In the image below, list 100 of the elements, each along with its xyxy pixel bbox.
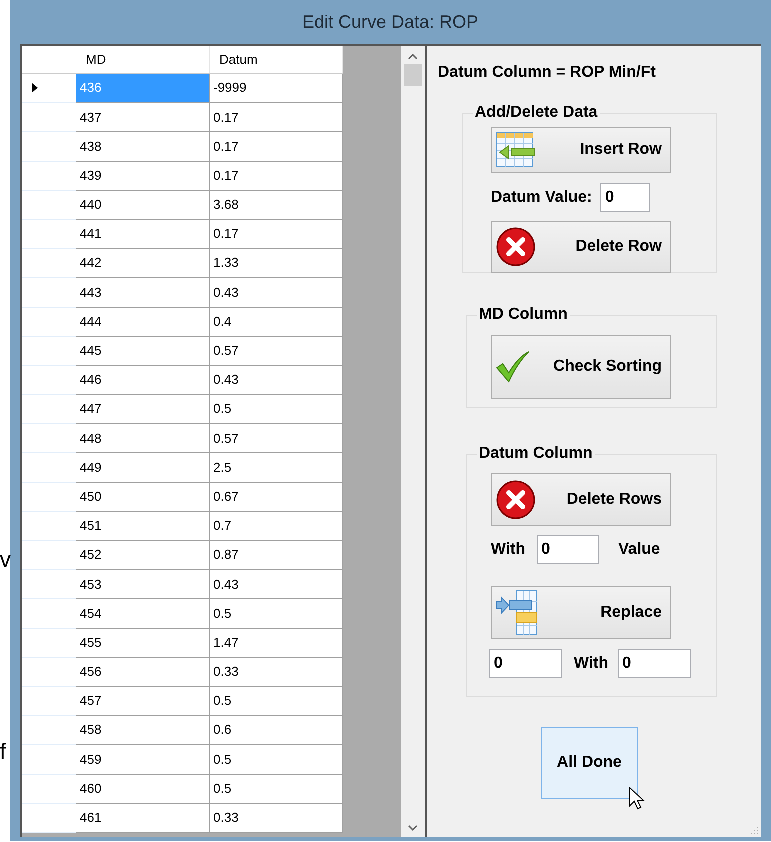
table-cell: 0.33 (210, 804, 343, 833)
table-cell: 447 (76, 395, 210, 424)
table-cell: 1.33 (210, 249, 343, 278)
row-header[interactable] (22, 190, 76, 220)
table-cell: 439 (76, 162, 210, 191)
value-label: Value (618, 540, 660, 560)
row-header[interactable] (22, 395, 76, 424)
table-cell: 2.5 (210, 453, 343, 483)
table-cell: 0.5 (210, 395, 343, 424)
table-cell: -9999 (210, 74, 343, 104)
row-header[interactable] (22, 132, 76, 162)
table-cell: 0.6 (210, 716, 343, 746)
with-value-field[interactable]: 0 (536, 535, 599, 564)
table-cell: 455 (76, 628, 210, 658)
table-cell: 0.5 (210, 745, 343, 774)
table-cell: 440 (76, 190, 210, 220)
table-cell: 0.5 (210, 686, 343, 716)
background-text: f (0, 740, 6, 764)
replace-to-field[interactable]: 0 (618, 649, 691, 678)
check-sorting-button[interactable]: Check Sorting (491, 335, 671, 399)
table-cell: 0.43 (210, 278, 343, 308)
table-cell: 444 (76, 308, 210, 337)
table-cell: 458 (76, 716, 210, 746)
row-header[interactable] (22, 424, 76, 454)
table-cell: 3.68 (210, 190, 343, 220)
row-header[interactable] (22, 804, 76, 833)
table-cell: 0.67 (210, 482, 343, 512)
row-header[interactable] (22, 570, 76, 600)
table-cell: 449 (76, 453, 210, 483)
table-cell: 0.5 (210, 774, 343, 804)
table-cell: 0.17 (210, 103, 343, 132)
row-header[interactable] (22, 366, 76, 396)
window-title: Edit Curve Data: ROP (301, 10, 480, 34)
insert-row-button[interactable]: Insert Row (491, 127, 671, 173)
scroll-down-icon[interactable] (408, 825, 418, 831)
error-x-icon (496, 480, 536, 520)
row-header[interactable] (22, 745, 76, 774)
row-header[interactable] (22, 512, 76, 541)
delete-row-button[interactable]: Delete Row (491, 221, 671, 273)
table-cell: 0.5 (210, 599, 343, 629)
replace-table-icon (496, 590, 538, 636)
row-header[interactable] (22, 336, 76, 366)
current-row-icon (32, 83, 38, 94)
all-done-button[interactable]: All Done (541, 727, 638, 799)
table-cell: 441 (76, 220, 210, 250)
row-header[interactable] (22, 541, 76, 570)
scroll-up-icon[interactable] (408, 54, 418, 60)
table-cell: 456 (76, 658, 210, 687)
replace-button[interactable]: Replace (491, 586, 671, 639)
table-cell: 451 (76, 512, 210, 541)
table-cell: 460 (76, 774, 210, 804)
table-cell: 1.47 (210, 628, 343, 658)
table-cell: 452 (76, 541, 210, 570)
table-cell: 0.87 (210, 541, 343, 570)
scrollbar-thumb[interactable] (404, 64, 422, 86)
row-header[interactable] (22, 74, 76, 104)
table-cell: 461 (76, 804, 210, 833)
datum-column-heading: Datum Column = ROP Min/Ft (438, 63, 657, 83)
row-header[interactable] (22, 453, 76, 483)
table-cell: 0.17 (210, 162, 343, 191)
row-header[interactable] (22, 220, 76, 250)
table-cell: 0.17 (210, 220, 343, 250)
replace-from-field[interactable]: 0 (489, 649, 562, 678)
row-header[interactable] (22, 774, 76, 804)
datum-value-label: Datum Value: (491, 188, 592, 208)
resize-grip-icon[interactable] (749, 825, 759, 835)
table-cell: 450 (76, 482, 210, 512)
table-cell: 453 (76, 570, 210, 600)
table-cell: 0.33 (210, 658, 343, 687)
checkmark-icon (496, 351, 530, 383)
row-header[interactable] (22, 716, 76, 746)
row-header[interactable] (22, 628, 76, 658)
with-label: With (574, 654, 609, 674)
row-header[interactable] (22, 162, 76, 191)
datum-value-field[interactable]: 0 (600, 183, 650, 212)
row-header[interactable] (22, 308, 76, 337)
row-header[interactable] (22, 482, 76, 512)
table-cell: 0.4 (210, 308, 343, 337)
table-cell: 459 (76, 745, 210, 774)
error-x-icon (496, 227, 536, 267)
row-header[interactable] (22, 658, 76, 687)
row-header[interactable] (22, 278, 76, 308)
table-cell: 437 (76, 103, 210, 132)
row-header[interactable] (22, 599, 76, 629)
row-header[interactable] (22, 249, 76, 278)
row-header[interactable] (22, 103, 76, 132)
column-header[interactable]: Datum (210, 46, 343, 73)
table-cell: 442 (76, 249, 210, 278)
table-insert-icon (496, 132, 536, 168)
row-header[interactable] (22, 686, 76, 716)
table-cell: 448 (76, 424, 210, 454)
delete-rows-button[interactable]: Delete Rows (491, 473, 671, 526)
table-cell: 457 (76, 686, 210, 716)
table-cell: 438 (76, 132, 210, 162)
table-cell: 0.57 (210, 424, 343, 454)
column-header[interactable]: MD (76, 46, 210, 73)
table-cell: 446 (76, 366, 210, 396)
vertical-scrollbar[interactable] (401, 46, 425, 837)
table-cell: 0.17 (210, 132, 343, 162)
table-cell: 0.57 (210, 336, 343, 366)
